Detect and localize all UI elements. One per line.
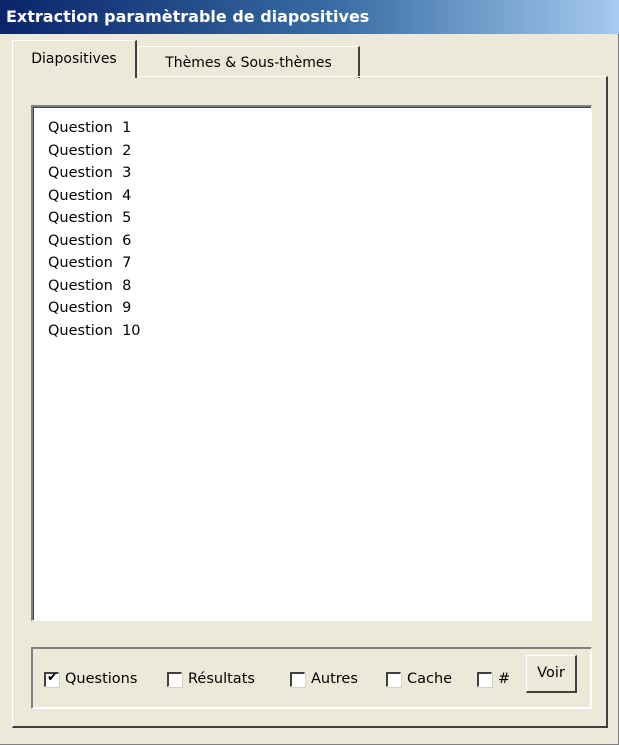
number-checkbox[interactable]: [477, 671, 492, 687]
list-item[interactable]: Question 1: [48, 117, 591, 140]
slide-list: Question 1 Question 2 Question 3 Questio…: [33, 107, 591, 342]
list-item[interactable]: Question 9: [48, 297, 591, 320]
option-resultats-label: Résultats: [188, 671, 255, 687]
autres-checkbox[interactable]: [290, 671, 305, 687]
option-autres-label: Autres: [311, 671, 358, 687]
tab-diapositives[interactable]: Diapositives: [12, 40, 137, 78]
list-item[interactable]: Question 8: [48, 275, 591, 298]
tab-themes-label: Thèmes & Sous-thèmes: [165, 55, 332, 71]
list-item[interactable]: Question 4: [48, 185, 591, 208]
list-item[interactable]: Question 5: [48, 207, 591, 230]
cache-checkbox[interactable]: [386, 671, 401, 687]
title-bar[interactable]: Extraction paramètrable de diapositives: [0, 0, 619, 34]
list-item[interactable]: Question 6: [48, 230, 591, 253]
list-item[interactable]: Question 3: [48, 162, 591, 185]
option-number[interactable]: #: [477, 668, 510, 690]
tab-diapositives-label: Diapositives: [31, 51, 117, 67]
option-number-label: #: [498, 671, 511, 687]
resultats-checkbox[interactable]: [167, 671, 182, 687]
dialog-window: Extraction paramètrable de diapositives …: [0, 0, 619, 745]
view-button-label: Voir: [537, 665, 565, 681]
slide-listbox[interactable]: Question 1 Question 2 Question 3 Questio…: [31, 105, 592, 621]
option-cache-label: Cache: [407, 671, 453, 687]
list-item[interactable]: Question 2: [48, 140, 591, 163]
option-resultats[interactable]: Résultats: [167, 668, 255, 690]
tab-themes[interactable]: Thèmes & Sous-thèmes: [138, 46, 360, 78]
option-questions-label: Questions: [65, 671, 138, 687]
list-item[interactable]: Question 7: [48, 252, 591, 275]
option-autres[interactable]: Autres: [290, 668, 358, 690]
option-cache[interactable]: Cache: [386, 668, 452, 690]
questions-checkbox[interactable]: ✔: [44, 669, 59, 687]
options-frame: ✔ Questions Résultats Autres Cache #: [31, 647, 592, 709]
list-item[interactable]: Question 10: [48, 320, 591, 343]
view-button[interactable]: Voir: [526, 655, 577, 693]
window-title: Extraction paramètrable de diapositives: [6, 7, 370, 26]
checkmark-icon: ✔: [47, 669, 58, 685]
option-questions[interactable]: ✔ Questions: [44, 668, 137, 690]
